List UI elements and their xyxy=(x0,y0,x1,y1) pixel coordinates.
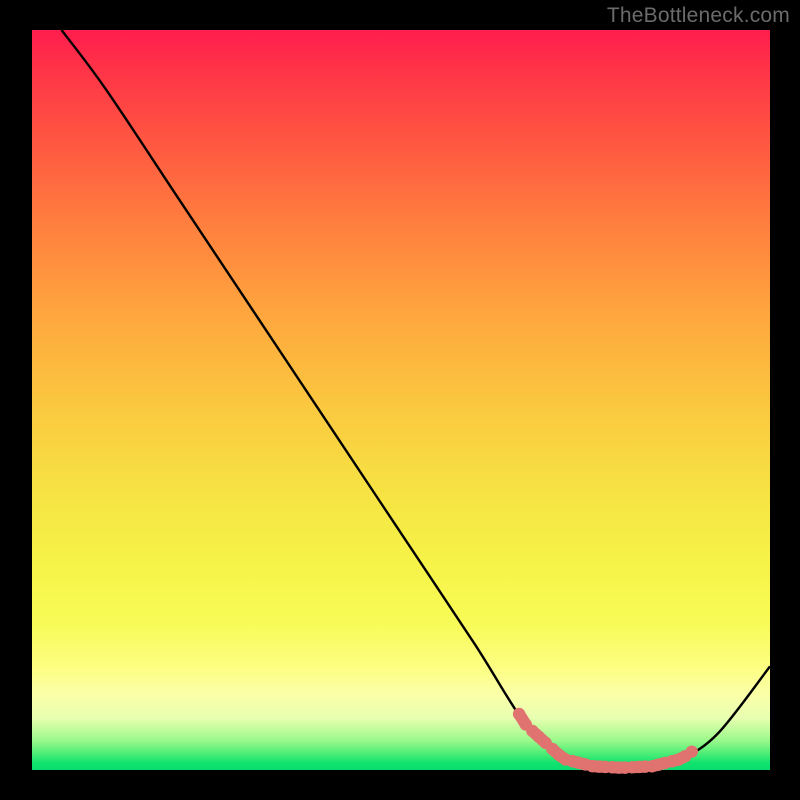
bottleneck-curve-line xyxy=(62,30,770,768)
valley-highlight-dots xyxy=(513,708,698,774)
chart-frame: TheBottleneck.com xyxy=(0,0,800,800)
plot-gradient-area xyxy=(32,30,770,770)
watermark-text: TheBottleneck.com xyxy=(607,4,790,28)
curve-svg xyxy=(32,30,770,770)
